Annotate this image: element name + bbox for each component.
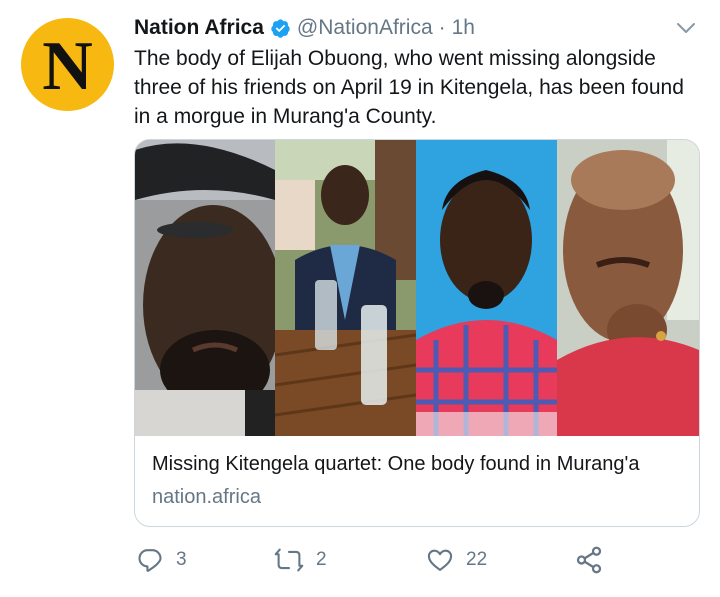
photo-man-at-table xyxy=(275,140,416,436)
separator-dot: · xyxy=(438,16,446,39)
tweet-text: The body of Elijah Obuong, who went miss… xyxy=(134,47,684,128)
tweet-actions: 3 2 22 xyxy=(134,543,614,577)
share-button[interactable] xyxy=(574,543,604,577)
timestamp[interactable]: 1h xyxy=(452,16,475,40)
reply-icon xyxy=(136,546,164,574)
retweet-count: 2 xyxy=(316,549,327,570)
retweet-icon xyxy=(274,546,304,574)
card-image[interactable] xyxy=(135,140,699,436)
handle[interactable]: @NationAfrica xyxy=(297,16,433,40)
reply-button[interactable]: 3 xyxy=(136,543,187,577)
heart-icon xyxy=(426,546,454,574)
verified-badge-icon xyxy=(270,18,291,39)
tweet-header: Nation Africa @NationAfrica · 1h xyxy=(134,14,475,42)
avatar-letter: N xyxy=(42,27,93,105)
photo-bald-man xyxy=(557,140,699,436)
card-title[interactable]: Missing Kitengela quartet: One body foun… xyxy=(152,453,639,476)
display-name[interactable]: Nation Africa xyxy=(134,16,264,40)
retweet-button[interactable]: 2 xyxy=(274,543,327,577)
like-count: 22 xyxy=(466,549,488,570)
share-icon xyxy=(574,545,604,575)
avatar[interactable]: N xyxy=(21,18,114,111)
link-card[interactable]: Missing Kitengela quartet: One body foun… xyxy=(134,139,700,527)
card-domain[interactable]: nation.africa xyxy=(152,486,261,509)
like-button[interactable]: 22 xyxy=(426,543,487,577)
chevron-down-icon[interactable] xyxy=(674,16,698,40)
photo-man-in-cap xyxy=(135,140,275,436)
reply-count: 3 xyxy=(176,549,187,570)
photo-man-checked-shirt xyxy=(416,140,557,436)
